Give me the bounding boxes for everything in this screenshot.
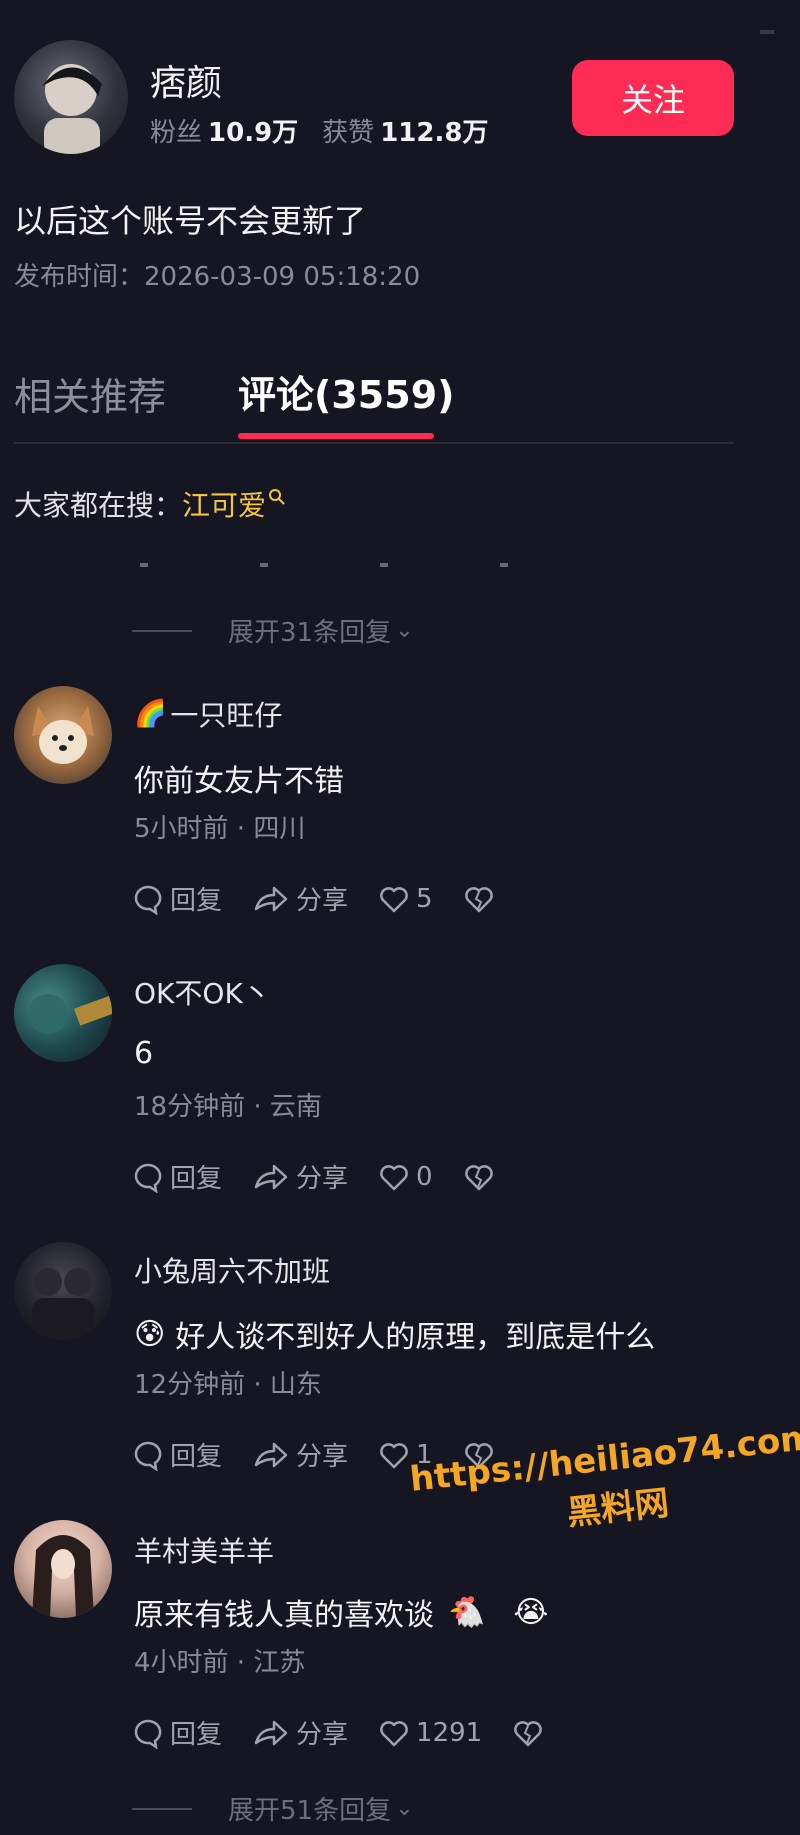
reply-button[interactable]: 回复 <box>132 1714 222 1751</box>
broken-heart-icon <box>464 886 493 912</box>
reply-icon <box>134 1719 162 1749</box>
heart-icon <box>380 886 408 912</box>
like-count: 5 <box>416 883 433 914</box>
reply-label: 回复 <box>170 1720 223 1750</box>
expand-line <box>132 1807 192 1810</box>
post-text: 以后这个账号不会更新了 <box>14 202 367 240</box>
author-stats: 粉丝 10.9万 获赞 112.8万 <box>150 112 488 149</box>
expand-label: 展开31条回复 <box>228 618 392 648</box>
broken-heart-icon <box>464 1164 493 1190</box>
share-icon <box>254 1164 288 1189</box>
follow-button[interactable]: 关注 <box>572 60 734 136</box>
avatar-image <box>32 1535 94 1618</box>
comment-username-text: 一只旺仔 <box>170 699 283 732</box>
share-label: 分享 <box>296 1442 349 1472</box>
comment-actions: 回复 分享 5 <box>132 880 531 917</box>
emoji-icon: 😰 <box>134 1316 166 1352</box>
tab-active-indicator <box>238 433 434 439</box>
comment-text-body: 原来有钱人真的喜欢谈 <box>134 1598 434 1633</box>
heart-icon <box>380 1442 408 1468</box>
search-hint-prefix: 大家都在搜： <box>14 489 183 522</box>
comment-text: 你前女友片不错 <box>134 764 344 799</box>
share-label: 分享 <box>296 1720 349 1750</box>
likes-value: 112.8万 <box>380 118 489 148</box>
tab-comments[interactable]: 评论(3559) <box>238 364 455 419</box>
heart-icon <box>380 1164 408 1190</box>
chevron-down-icon: ⌄ <box>395 1796 414 1821</box>
expand-label: 展开51条回复 <box>228 1796 392 1826</box>
corner-mark <box>760 30 774 34</box>
rainbow-icon: 🌈 <box>134 699 167 729</box>
share-button[interactable]: 分享 <box>252 1436 348 1473</box>
comment-avatar[interactable] <box>14 686 112 784</box>
comment-text: 原来有钱人真的喜欢谈 🐔 😭 <box>134 1590 548 1634</box>
search-hint-keyword[interactable]: 江可爱 <box>182 484 266 524</box>
comment-meta: 4小时前 · 江苏 <box>134 1648 306 1678</box>
comment-username[interactable]: 🌈 一只旺仔 <box>134 694 282 734</box>
comment-meta: 12分钟前 · 山东 <box>134 1370 322 1400</box>
share-icon <box>254 1442 288 1467</box>
clipped-text-remnant <box>140 563 520 567</box>
likes-label: 获赞 <box>322 118 375 148</box>
comment-text-body: 好人谈不到好人的原理，到底是什么 <box>175 1320 656 1355</box>
avatar-image <box>28 994 112 1034</box>
like-count: 1291 <box>416 1717 483 1748</box>
broken-heart-icon <box>514 1720 543 1746</box>
share-button[interactable]: 分享 <box>252 880 348 917</box>
avatar-image <box>32 1268 94 1340</box>
share-button[interactable]: 分享 <box>252 1158 348 1195</box>
comment-avatar[interactable] <box>14 1520 112 1618</box>
like-button[interactable]: 0 <box>378 1162 433 1192</box>
tab-divider <box>14 442 734 444</box>
search-hint[interactable]: 大家都在搜： 江可爱 <box>14 484 286 524</box>
comment-meta: 18分钟前 · 云南 <box>134 1092 322 1122</box>
reply-label: 回复 <box>170 886 223 916</box>
reply-icon <box>134 885 162 915</box>
share-icon <box>254 1720 288 1745</box>
comment-text: 6 <box>134 1036 154 1071</box>
dislike-button[interactable] <box>463 884 501 914</box>
author-avatar-image <box>42 64 102 154</box>
expand-line <box>132 629 192 632</box>
share-label: 分享 <box>296 886 349 916</box>
dislike-button[interactable] <box>463 1162 501 1192</box>
crying-face-icon: 😭 <box>513 1594 549 1630</box>
like-button[interactable]: 1291 <box>378 1718 482 1748</box>
chevron-down-icon: ⌄ <box>395 618 414 643</box>
reply-button[interactable]: 回复 <box>132 1436 222 1473</box>
chicken-icon: 🐔 <box>448 1594 486 1630</box>
reply-label: 回复 <box>170 1442 223 1472</box>
comment-username[interactable]: OK不OK丶 <box>134 972 271 1012</box>
expand-replies-top[interactable]: 展开31条回复 ⌄ <box>132 612 414 649</box>
author-avatar[interactable] <box>14 40 128 154</box>
like-button[interactable]: 5 <box>378 884 433 914</box>
reply-label: 回复 <box>170 1164 223 1194</box>
publish-time: 发布时间：2026-03-09 05:18:20 <box>14 262 421 292</box>
dislike-button[interactable] <box>512 1718 550 1748</box>
reply-icon <box>134 1441 162 1471</box>
fans-label: 粉丝 <box>150 118 203 148</box>
search-icon <box>269 489 285 505</box>
share-button[interactable]: 分享 <box>252 1714 348 1751</box>
share-icon <box>254 886 288 911</box>
like-count: 0 <box>416 1161 433 1192</box>
comment-username[interactable]: 小兔周六不加班 <box>134 1250 330 1290</box>
reply-icon <box>134 1163 162 1193</box>
comment-username[interactable]: 羊村美羊羊 <box>134 1530 274 1570</box>
share-label: 分享 <box>296 1164 349 1194</box>
comment-avatar[interactable] <box>14 1242 112 1340</box>
comment-text: 😰 好人谈不到好人的原理，到底是什么 <box>134 1312 655 1356</box>
comment-actions: 回复 分享 1291 <box>132 1714 580 1751</box>
expand-replies-bottom[interactable]: 展开51条回复 ⌄ <box>132 1790 414 1827</box>
comment-avatar[interactable] <box>14 964 112 1062</box>
heart-icon <box>380 1720 408 1746</box>
dog-avatar-image <box>32 706 94 764</box>
tab-related[interactable]: 相关推荐 <box>14 366 166 421</box>
author-name[interactable]: 痞颜 <box>150 54 222 106</box>
comment-actions: 回复 分享 0 <box>132 1158 531 1195</box>
reply-button[interactable]: 回复 <box>132 1158 222 1195</box>
reply-button[interactable]: 回复 <box>132 880 222 917</box>
fans-value: 10.9万 <box>208 118 299 148</box>
comment-meta: 5小时前 · 四川 <box>134 814 306 844</box>
